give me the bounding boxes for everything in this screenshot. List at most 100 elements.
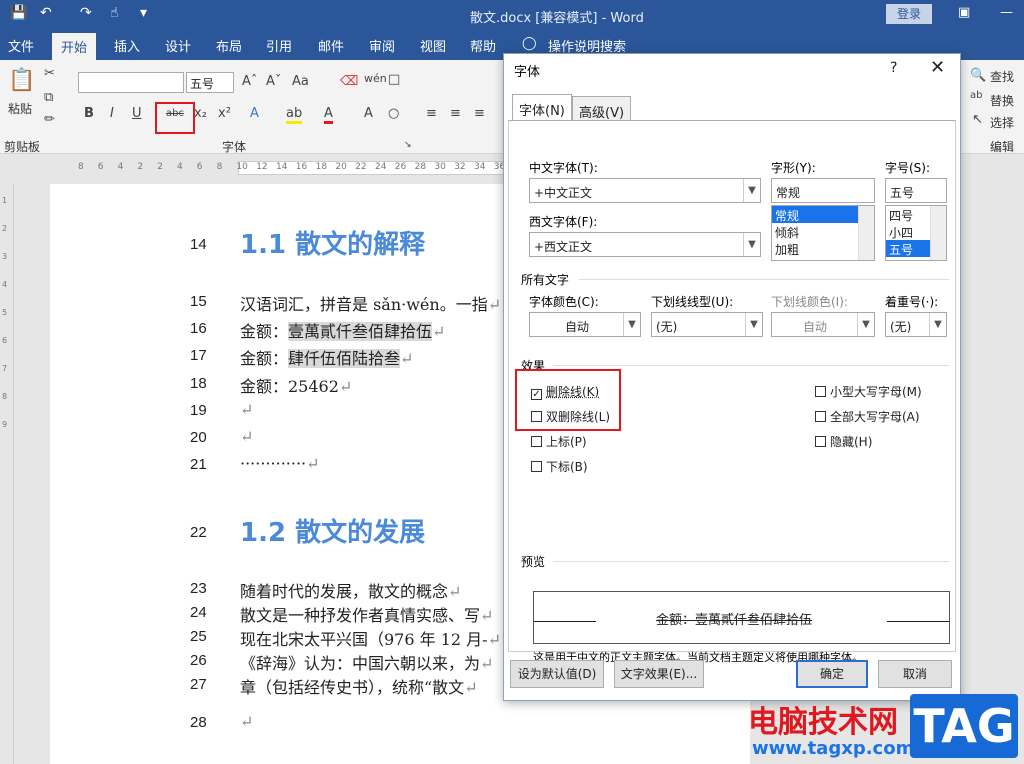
small-caps-checkbox[interactable]: 小型大写字母(M) [815,383,922,400]
align-center-icon[interactable]: ≡ [450,106,461,121]
chevron-down-icon[interactable]: ▼ [623,313,640,336]
redo-icon[interactable]: ↷ [80,5,92,21]
selected-text[interactable]: 壹萬貳仟叁佰肆拾伍 [288,322,433,341]
italic-button[interactable]: I [110,106,114,121]
chevron-down-icon[interactable]: ▼ [743,179,760,202]
find-button[interactable]: 查找 [990,68,1014,85]
text-line[interactable]: 现在北宋太平兴国（976 年 12 月-↵ [240,626,501,650]
text-line[interactable]: 散文是一种抒发作者真情实感、写↵ [240,602,493,626]
size-list[interactable]: 四号 小四 五号 [885,205,947,261]
customize-quick-access-icon[interactable]: ▾ [140,5,147,21]
unchecked-box[interactable] [531,436,542,447]
copy-icon[interactable]: ⧉ [44,90,53,105]
format-painter-icon[interactable]: ✏ [44,112,55,127]
change-case-icon[interactable]: Aa [292,74,309,89]
paste-button[interactable]: 粘贴 [8,100,32,117]
find-icon[interactable]: 🔍 [970,68,986,83]
tab-font[interactable]: 字体(N) [512,94,572,120]
font-size-box[interactable]: 五号 [186,72,234,93]
tab-home[interactable]: 开始 [52,33,97,60]
login-button[interactable]: 登录 [886,4,932,24]
selected-text[interactable]: 肆仟伍佰陆拾叁 [288,349,401,368]
close-icon[interactable]: ✕ [930,57,945,78]
tab-insert[interactable]: 插入 [114,36,140,55]
unchecked-box[interactable] [815,386,826,397]
tab-design[interactable]: 设计 [165,36,191,55]
style-list-scrollbar[interactable] [858,206,874,260]
align-left-icon[interactable]: ≡ [426,106,437,121]
tab-review[interactable]: 审阅 [369,36,395,55]
underline-type-select[interactable]: (无) ▼ [651,312,763,337]
cancel-button[interactable]: 取消 [878,660,952,688]
chevron-down-icon[interactable]: ▼ [929,313,946,336]
text-line[interactable]: 金额：肆仟伍佰陆拾叁↵ [240,345,413,369]
tab-mailings[interactable]: 邮件 [318,36,344,55]
enclose-chars-icon[interactable]: ○ [388,106,399,121]
ok-button[interactable]: 确定 [796,660,868,688]
size-list-scrollbar[interactable] [930,206,946,260]
tab-layout[interactable]: 布局 [216,36,242,55]
text-line[interactable]: ·············↵ [240,454,320,473]
select-icon[interactable]: ↖ [972,112,983,127]
all-caps-checkbox[interactable]: 全部大写字母(A) [815,408,920,425]
tab-file[interactable]: 文件 [8,36,34,55]
ribbon-display-icon[interactable]: ▣ [958,5,970,20]
tab-advanced[interactable]: 高级(V) [572,96,632,121]
bold-button[interactable]: B [84,106,94,121]
west-font-select[interactable]: +西文正文 ▼ [529,232,761,257]
heading-1-2[interactable]: 1.2 散文的发展 [240,512,425,549]
minimize-icon[interactable]: — [1000,5,1013,20]
unchecked-box[interactable] [531,461,542,472]
select-button[interactable]: 选择 [990,114,1014,131]
unchecked-box[interactable] [815,436,826,447]
text-line[interactable]: 章（包括经传史书），统称“散文↵ [240,674,478,698]
subscript-icon[interactable]: x₂ [194,106,207,121]
size-input[interactable]: 五号 [885,178,947,203]
grow-font-icon[interactable]: Aˆ [242,74,257,89]
chevron-down-icon[interactable]: ▼ [743,233,760,256]
hidden-checkbox[interactable]: 隐藏(H) [815,433,872,450]
text-line[interactable]: 金额：壹萬貳仟叁佰肆拾伍↵ [240,318,445,342]
char-border-icon[interactable]: □ [388,72,400,87]
replace-icon[interactable]: ab [970,90,982,101]
cn-font-select[interactable]: +中文正文 ▼ [529,178,761,203]
shrink-font-icon[interactable]: Aˇ [266,74,281,89]
phonetic-guide-icon[interactable]: wén [364,72,387,85]
font-dialog-launcher-icon[interactable]: ↘ [404,140,412,150]
set-default-button[interactable]: 设为默认值(D) [510,660,604,688]
tab-references[interactable]: 引用 [266,36,292,55]
cut-icon[interactable]: ✂ [44,66,55,81]
align-right-icon[interactable]: ≡ [474,106,485,121]
chevron-down-icon[interactable]: ▼ [745,313,762,336]
undo-icon[interactable]: ↶ [40,5,52,21]
separator [553,365,949,366]
heading-1-1[interactable]: 1.1 散文的解释 [240,224,425,261]
clipboard-icon[interactable]: 📋 [8,68,35,93]
text-line[interactable]: 《辞海》认为：中国六朝以来，为↵ [240,650,493,674]
superscript-checkbox[interactable]: 上标(P) [531,433,587,450]
text-effects-button[interactable]: 文字效果(E)... [614,660,704,688]
subscript-checkbox[interactable]: 下标(B) [531,458,588,475]
text-line[interactable]: 汉语词汇，拼音是 sǎn·wén。一指↵ [240,291,501,315]
text-line[interactable]: 随着时代的发展，散文的概念↵ [240,578,461,602]
char-shading-icon[interactable]: A [364,106,373,121]
highlight-icon[interactable]: ab [286,106,303,124]
unchecked-box[interactable] [815,411,826,422]
underline-button[interactable]: U [132,106,142,121]
text-line[interactable]: 金额：25462↵ [240,373,352,397]
tab-view[interactable]: 视图 [420,36,446,55]
text-effects-icon[interactable]: A [250,106,259,121]
save-icon[interactable]: 💾 [10,5,27,21]
clear-format-icon[interactable]: ⌫ [340,74,358,89]
font-color-select[interactable]: 自动 ▼ [529,312,641,337]
help-button[interactable]: ? [890,60,897,76]
style-input[interactable]: 常规 [771,178,875,203]
tab-help[interactable]: 帮助 [470,36,496,55]
emphasis-select[interactable]: (无) ▼ [885,312,947,337]
style-list[interactable]: 常规 倾斜 加粗 [771,205,875,261]
font-name-box[interactable] [78,72,184,93]
font-color-icon[interactable]: A [324,106,333,124]
superscript-icon[interactable]: x² [218,106,231,121]
replace-button[interactable]: 替换 [990,92,1014,109]
touch-mode-icon[interactable]: ☝ [110,5,119,21]
